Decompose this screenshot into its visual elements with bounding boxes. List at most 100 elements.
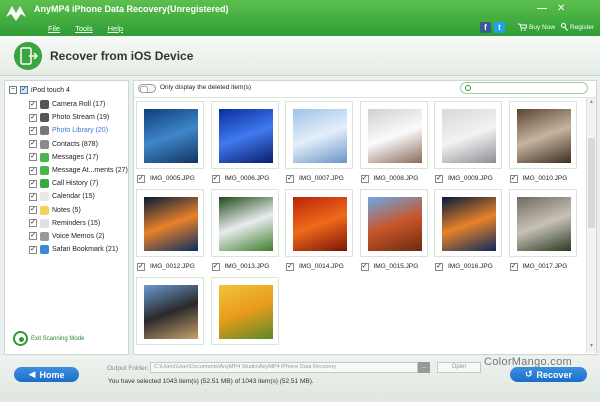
menu-tools[interactable]: Tools [75, 24, 93, 33]
sidebar-item[interactable]: ✓ Notes (5) [29, 204, 128, 217]
photo-tile[interactable]: ✓ IMG_0016.JPG [434, 189, 506, 281]
photo-thumbnail[interactable] [508, 189, 577, 257]
browse-button[interactable]: ... [418, 362, 430, 373]
photo-thumbnail[interactable] [210, 189, 279, 257]
photo-filename: IMG_0006.JPG [224, 175, 270, 182]
sidebar-item-checkbox[interactable]: ✓ [29, 153, 37, 162]
photo-tile[interactable]: ✓ IMG_0009.JPG [434, 101, 506, 193]
photo-thumbnail[interactable] [508, 101, 577, 169]
facebook-icon[interactable]: f [480, 22, 491, 33]
sidebar-item-checkbox[interactable]: ✓ [29, 192, 37, 201]
buy-now-link[interactable]: Buy Now [518, 23, 555, 31]
sidebar-item[interactable]: ✓ Message At...ments (27) [29, 164, 128, 177]
home-label: Home [39, 369, 65, 380]
minimize-button[interactable]: — [537, 3, 547, 14]
sidebar-item-label: Notes (5) [52, 206, 81, 214]
sidebar-item-checkbox[interactable]: ✓ [29, 232, 37, 241]
sidebar-item[interactable]: ✓ Calendar (15) [29, 190, 128, 203]
photo-checkbox[interactable]: ✓ [360, 175, 369, 183]
photo-tile[interactable]: ✓ IMG_0014.JPG [285, 189, 357, 281]
sidebar-item-label: Call History (7) [52, 180, 99, 188]
photo-tile[interactable]: ✓ IMG_0017.JPG [508, 189, 581, 281]
photo-checkbox[interactable]: ✓ [286, 263, 294, 271]
photo-tile[interactable]: ✓ IMG_0015.JPG [359, 189, 432, 281]
photo-checkbox[interactable]: ✓ [137, 175, 145, 183]
photo-checkbox[interactable]: ✓ [137, 263, 145, 271]
photo-thumbnail[interactable] [359, 101, 428, 169]
device-node[interactable]: − ✓ iPod touch 4 [9, 86, 70, 94]
photo-thumbnail[interactable] [359, 189, 428, 257]
photo-tile[interactable]: ✓ IMG_0012.JPG [136, 189, 208, 281]
sidebar-item[interactable]: ✓ Photo Stream (19) [29, 111, 128, 124]
sidebar-item[interactable]: ✓ Call History (7) [29, 177, 128, 190]
photo-checkbox[interactable]: ✓ [509, 175, 518, 183]
photo-tile[interactable]: ✓ IMG_0013.JPG [210, 189, 283, 281]
sidebar-item[interactable]: ✓ Camera Roll (17) [29, 98, 128, 111]
photo-tile[interactable]: ✓ IMG_0010.JPG [508, 101, 581, 193]
open-button[interactable]: Open [437, 362, 481, 373]
device-checkbox[interactable]: ✓ [20, 86, 28, 94]
device-name: iPod touch 4 [31, 86, 70, 94]
photo-checkbox[interactable]: ✓ [435, 263, 443, 271]
scroll-down-icon[interactable]: ▼ [588, 343, 595, 349]
photo-tile[interactable]: ✓ IMG_0005.JPG [136, 101, 208, 193]
category-list: ✓ Camera Roll (17) ✓ Photo Stream (19) ✓ Phot… [29, 98, 128, 256]
photo-tile[interactable]: ✓ IMG_0006.JPG [210, 101, 283, 193]
sidebar-item-checkbox[interactable]: ✓ [29, 100, 37, 109]
menu-help[interactable]: Help [108, 24, 123, 33]
photo-checkbox[interactable]: ✓ [211, 263, 220, 271]
sidebar-item-checkbox[interactable]: ✓ [29, 166, 37, 175]
photo-checkbox[interactable]: ✓ [509, 263, 518, 271]
photo-checkbox[interactable]: ✓ [211, 175, 220, 183]
output-folder-field[interactable]: C:\Users\User\Documents\AnyMP4 Studio\An… [150, 362, 418, 373]
exit-scanning-button[interactable]: Exit Scanning Mode [13, 331, 84, 346]
photo-filename: IMG_0009.JPG [448, 175, 493, 182]
page-title: Recover from iOS Device [50, 49, 194, 63]
collapse-icon[interactable]: − [9, 86, 17, 94]
sidebar-item[interactable]: ✓ Reminders (15) [29, 217, 128, 230]
sidebar-item-checkbox[interactable]: ✓ [29, 219, 37, 228]
sidebar-item-checkbox[interactable]: ✓ [29, 113, 37, 122]
photo-image [516, 109, 571, 163]
app-title: AnyMP4 iPhone Data Recovery(Unregistered… [34, 4, 229, 14]
photo-thumbnail[interactable] [434, 101, 502, 169]
photo-thumbnail[interactable] [210, 277, 279, 345]
sidebar-item[interactable]: ✓ Voice Memos (2) [29, 230, 128, 243]
exit-icon [13, 331, 28, 346]
scroll-up-icon[interactable]: ▲ [588, 99, 595, 105]
menu-file[interactable]: File [48, 24, 60, 33]
sidebar-item[interactable]: ✓ Photo Library (20) [29, 124, 128, 137]
photo-thumbnail[interactable] [136, 101, 204, 169]
photo-checkbox[interactable]: ✓ [360, 263, 369, 271]
photo-thumbnail[interactable] [434, 189, 502, 257]
sidebar-item[interactable]: ✓ Safari Bookmark (21) [29, 243, 128, 256]
sidebar-item-checkbox[interactable]: ✓ [29, 140, 37, 149]
recover-button[interactable]: ↺ Recover [510, 367, 587, 382]
recover-label: Recover [536, 369, 573, 380]
photo-thumbnail[interactable] [285, 189, 353, 257]
photo-thumbnail[interactable] [285, 101, 353, 169]
sidebar-item-checkbox[interactable]: ✓ [29, 245, 37, 254]
vertical-scrollbar[interactable]: ▲ ▼ [586, 98, 596, 353]
deleted-only-toggle[interactable] [138, 84, 156, 93]
photo-checkbox[interactable]: ✓ [286, 175, 294, 183]
close-button[interactable]: ✕ [557, 3, 565, 14]
sidebar-item-checkbox[interactable]: ✓ [29, 179, 37, 188]
photo-checkbox[interactable]: ✓ [435, 175, 443, 183]
register-link[interactable]: Register [561, 23, 594, 31]
sidebar-item[interactable]: ✓ Messages (17) [29, 151, 128, 164]
photo-thumbnail[interactable] [210, 101, 279, 169]
photo-tile[interactable]: ✓ IMG_0008.JPG [359, 101, 432, 193]
key-icon [561, 23, 568, 31]
sidebar-item[interactable]: ✓ Contacts (878) [29, 138, 128, 151]
scroll-thumb[interactable] [588, 138, 595, 228]
photo-thumbnail[interactable] [136, 189, 204, 257]
photo-thumbnail[interactable] [136, 277, 204, 345]
home-button[interactable]: ◀ Home [14, 367, 79, 382]
photo-tile[interactable]: ✓ IMG_0007.JPG [285, 101, 357, 193]
twitter-icon[interactable]: t [494, 22, 505, 33]
sidebar-item-checkbox[interactable]: ✓ [29, 206, 37, 215]
sidebar-item-checkbox[interactable]: ✓ [29, 126, 37, 135]
search-input[interactable] [460, 82, 588, 94]
photo-filename: IMG_0016.JPG [448, 263, 493, 270]
